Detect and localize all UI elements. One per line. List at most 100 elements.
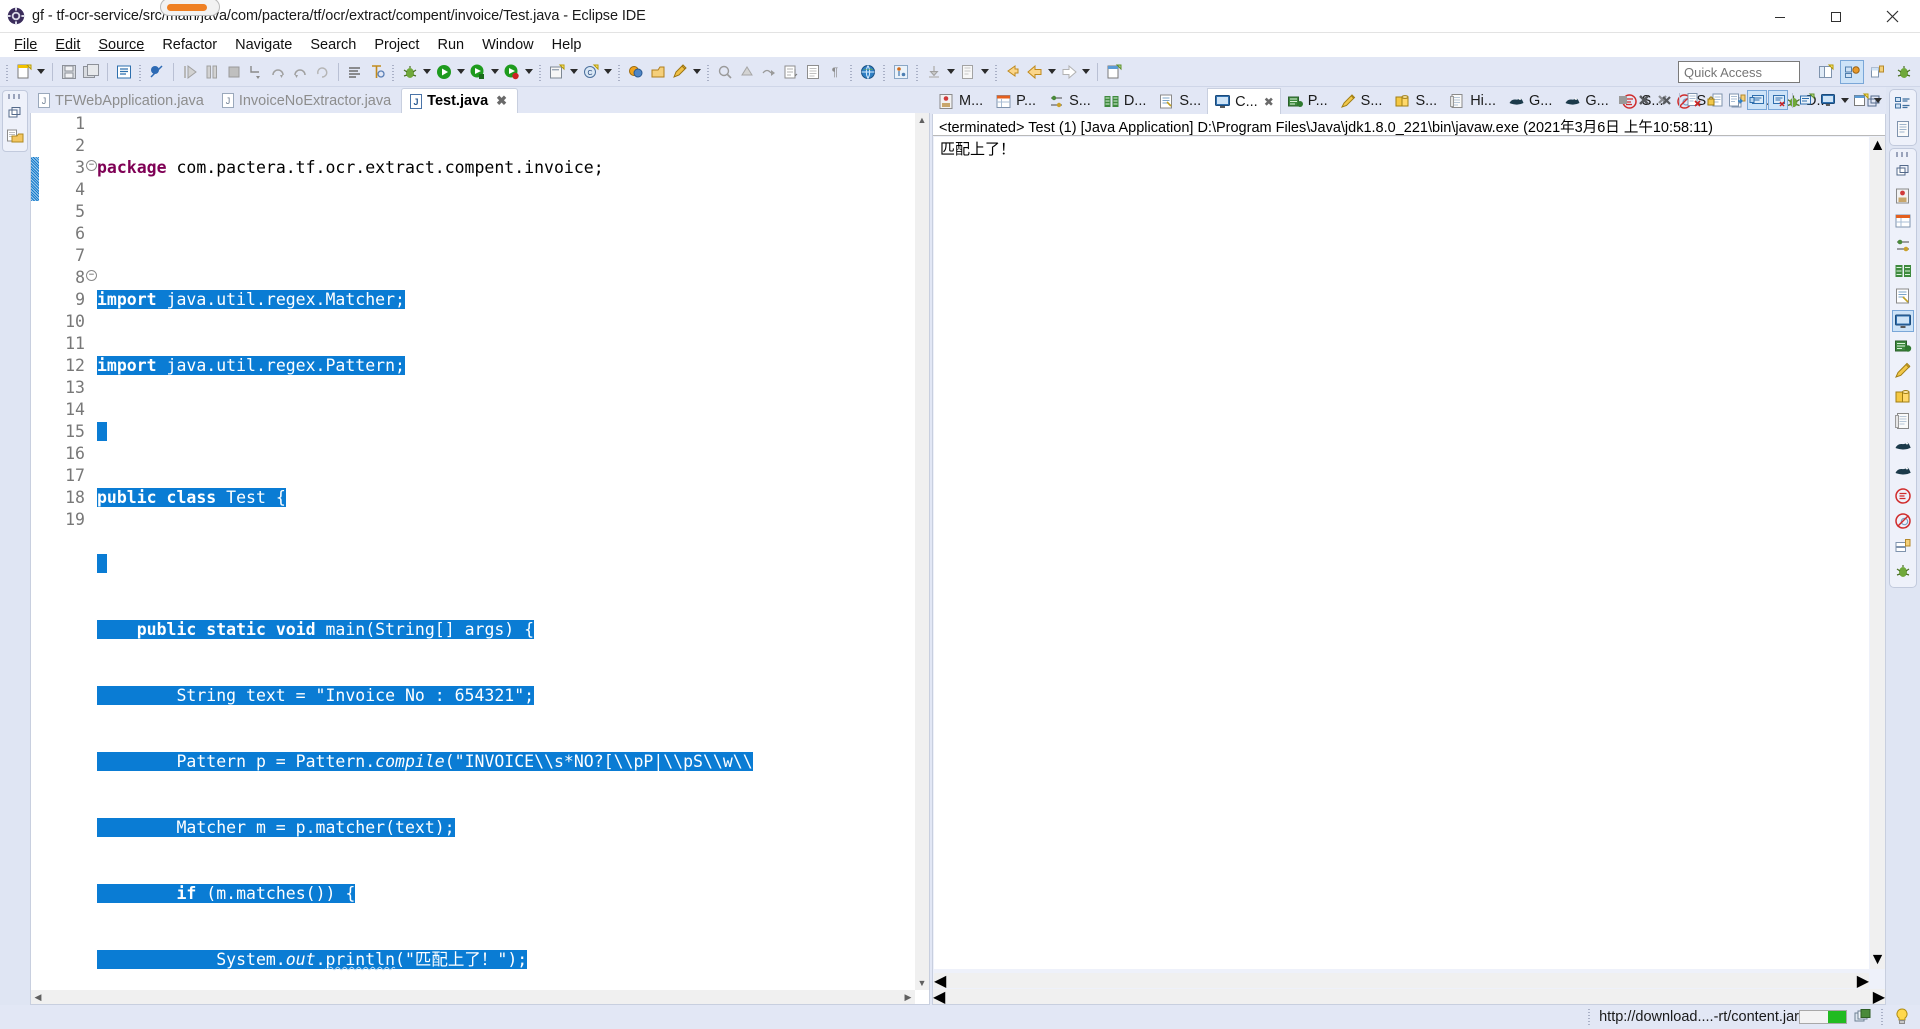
servers-list-icon[interactable] [1892, 535, 1914, 557]
search-toolbar-icon[interactable] [714, 61, 736, 83]
console-view-menu[interactable] [1872, 90, 1883, 110]
step-over-icon[interactable] [267, 61, 289, 83]
new-document-icon[interactable] [1103, 61, 1125, 83]
toolbar-grip[interactable] [616, 63, 623, 81]
maximize-button[interactable] [1808, 0, 1864, 33]
java-ee-perspective-icon[interactable] [1840, 60, 1864, 84]
scroll-right-icon[interactable]: ▶ [1857, 971, 1869, 991]
save-all-icon[interactable] [80, 61, 102, 83]
export-icon[interactable] [647, 61, 669, 83]
task-list-icon[interactable] [1892, 118, 1914, 140]
rail-drag-dots-icon[interactable] [8, 94, 22, 99]
open-task-icon[interactable] [802, 61, 824, 83]
view-tab-properties[interactable]: P... [989, 88, 1042, 114]
debug-perspective-icon[interactable] [1892, 60, 1916, 84]
view-tab-snippets[interactable]: S... [1152, 88, 1207, 114]
history-icon[interactable] [1892, 410, 1914, 432]
menu-run[interactable]: Run [428, 37, 473, 53]
debug-icon[interactable] [1892, 560, 1914, 582]
no-search-icon[interactable] [1892, 510, 1914, 532]
markers-icon[interactable] [1892, 185, 1914, 207]
git-icon[interactable] [890, 61, 912, 83]
scroll-down-icon[interactable]: ▼ [1870, 951, 1886, 969]
package-explorer-icon[interactable] [5, 127, 25, 147]
editor-tab-invoicenoextractor[interactable]: J InvoiceNoExtractor.java [214, 88, 401, 113]
properties-icon[interactable] [1892, 210, 1914, 232]
editor-vertical-scrollbar[interactable]: ▲ ▼ [915, 113, 929, 990]
resume-icon[interactable] [179, 61, 201, 83]
step-into-icon[interactable] [245, 61, 267, 83]
toolbar-grip[interactable] [537, 63, 544, 81]
menu-file[interactable]: File [5, 37, 46, 53]
show-whitespace-icon[interactable]: ¶ [824, 61, 846, 83]
run-dropdown[interactable] [455, 61, 467, 83]
menu-project[interactable]: Project [365, 37, 428, 53]
console-stack-horizontal-scrollbar[interactable]: ◀ ▶ [933, 989, 1885, 1004]
view-tab-markers[interactable]: M... [932, 88, 989, 114]
pin-console-icon[interactable] [1747, 90, 1767, 110]
java-perspective-icon[interactable] [1866, 60, 1890, 84]
scroll-down-icon[interactable]: ▼ [915, 976, 929, 990]
edit-dropdown[interactable] [691, 61, 703, 83]
source-code-text[interactable]: package com.pactera.tf.ocr.extract.compe… [89, 113, 915, 990]
scroll-left-icon[interactable]: ◀ [933, 987, 945, 1007]
previous-annotation-icon[interactable] [736, 61, 758, 83]
display-console-icon[interactable] [1818, 90, 1838, 110]
tip-of-the-day-icon[interactable] [1892, 1007, 1912, 1027]
view-tab-close-icon[interactable]: ✖ [1264, 95, 1274, 109]
suspend-icon[interactable] [201, 61, 223, 83]
restore-icon[interactable] [5, 103, 25, 123]
edit-icon[interactable] [669, 61, 691, 83]
scroll-left-icon[interactable]: ◀ [31, 990, 45, 1004]
scrapbook-icon[interactable] [1892, 360, 1914, 382]
display-console-dropdown[interactable] [1839, 90, 1850, 110]
search-icon[interactable] [1892, 485, 1914, 507]
view-tab-package[interactable]: S... [1388, 88, 1443, 114]
view-tab-history[interactable]: Hi... [1443, 88, 1502, 114]
new-java-project-dropdown[interactable] [568, 61, 580, 83]
package-icon[interactable] [1892, 385, 1914, 407]
new-wizard-dropdown[interactable] [35, 61, 47, 83]
menu-search[interactable]: Search [301, 37, 365, 53]
back-history-icon[interactable] [1002, 61, 1024, 83]
scroll-up-icon[interactable]: ▲ [915, 113, 929, 127]
data-source-explorer-icon[interactable] [1892, 260, 1914, 282]
progress-views-icon[interactable] [1853, 1007, 1873, 1027]
remove-launch-icon[interactable] [1634, 90, 1654, 110]
show-console-on-output-icon[interactable] [1726, 90, 1746, 110]
new-java-project-icon[interactable] [546, 61, 568, 83]
run-coverage-icon[interactable] [467, 61, 489, 83]
console-vertical-scrollbar[interactable]: ▲ ▼ [1870, 137, 1885, 969]
outline-icon[interactable] [1892, 93, 1914, 115]
toolbar-grip[interactable] [848, 63, 855, 81]
run-coverage-dropdown[interactable] [489, 61, 501, 83]
next-annotation-icon[interactable] [758, 61, 780, 83]
git-repositories-icon[interactable] [1892, 435, 1914, 457]
close-button[interactable] [1864, 0, 1920, 33]
new-wizard-icon[interactable] [13, 61, 35, 83]
open-perspective-button-icon[interactable] [1814, 60, 1838, 84]
progress-icon[interactable] [1892, 335, 1914, 357]
new-class-dropdown[interactable] [602, 61, 614, 83]
template-dropdown[interactable] [979, 61, 991, 83]
open-console-new-icon[interactable] [1797, 90, 1817, 110]
view-tab-scrapbook[interactable]: S... [1334, 88, 1389, 114]
editor-horizontal-scrollbar[interactable]: ◀ ▶ [31, 990, 915, 1004]
view-tab-git-repositories[interactable]: G... [1502, 88, 1558, 114]
console-icon[interactable] [1892, 310, 1914, 332]
toolbar-grip[interactable] [390, 63, 397, 81]
scroll-up-icon[interactable]: ▲ [1870, 137, 1886, 155]
remove-all-launches-icon[interactable] [1655, 90, 1675, 110]
view-tab-servers[interactable]: S... [1042, 88, 1097, 114]
new-console-view-icon[interactable] [1851, 90, 1871, 110]
run-last-icon[interactable] [501, 61, 523, 83]
open-console-icon[interactable] [344, 61, 366, 83]
menu-window[interactable]: Window [473, 37, 543, 53]
status-progress-bar[interactable] [1799, 1010, 1847, 1024]
save-icon[interactable] [58, 61, 80, 83]
toolbar-grip[interactable] [993, 63, 1000, 81]
toolbar-grip[interactable] [881, 63, 888, 81]
forward-dropdown[interactable] [1080, 61, 1092, 83]
console-horizontal-scrollbar[interactable]: ◀ ▶ [934, 973, 1869, 988]
editor-tab-tfwebapplication[interactable]: J TFWebApplication.java [30, 88, 214, 113]
